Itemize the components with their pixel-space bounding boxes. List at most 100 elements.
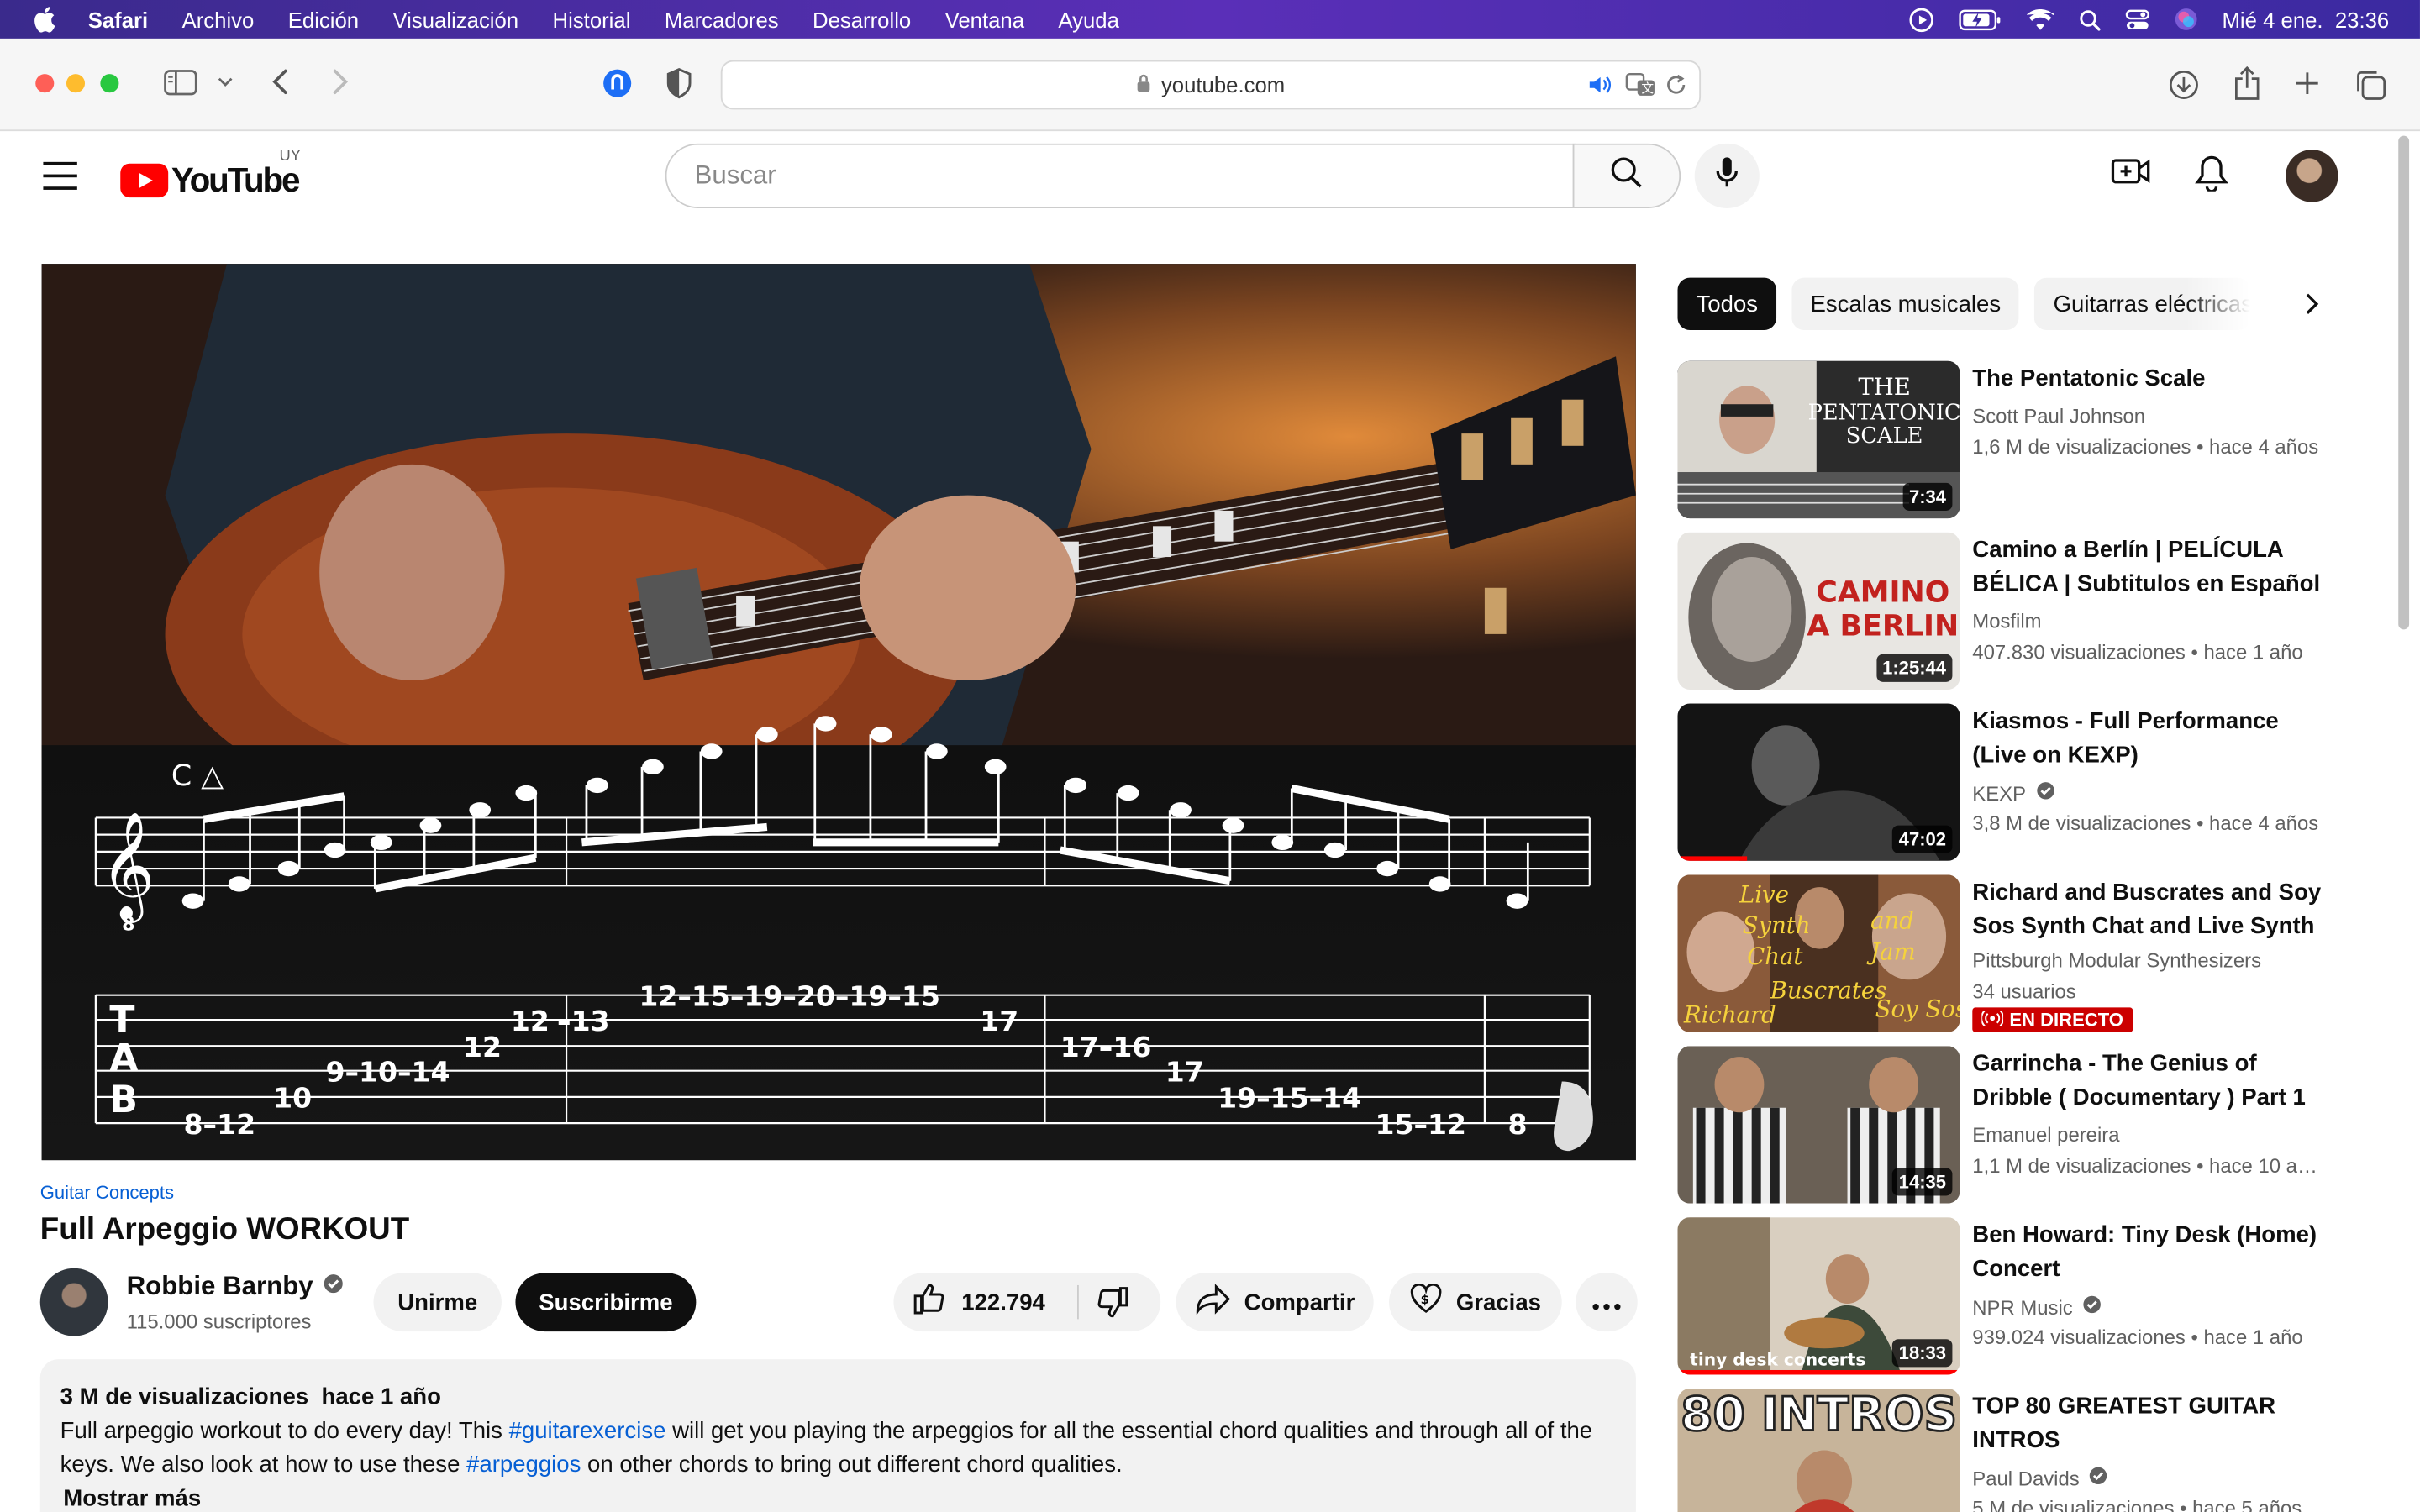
recommendation-channel[interactable]: Pittsburgh Modular Synthesizers [1972,949,2261,973]
recommendation-item[interactable]: THE PENTATONIC SCALE 7:34 The Pentatonic… [1677,360,2356,519]
recommendation-title[interactable]: TOP 80 GREATEST GUITAR INTROS [1972,1390,2327,1458]
recommendation-meta: 1,1 M de visualizaciones • hace 10 años [1972,1153,2328,1178]
channel-name-link[interactable]: Robbie Barnby [127,1271,345,1302]
play-circle-icon[interactable] [1909,7,1933,32]
address-bar[interactable]: youtube.com 文 [720,60,1702,110]
battery-icon[interactable] [1958,8,2001,30]
page-scrollbar[interactable] [2398,135,2410,630]
safari-toolbar: youtube.com 文 [0,38,2420,132]
recommendation-title[interactable]: Kiasmos - Full Performance (Live on KEXP… [1972,705,2327,773]
privacy-extension-icon[interactable] [602,68,633,99]
subscribe-button[interactable]: Suscribirme [515,1273,697,1332]
recommendation-item[interactable]: Live Synth Chat and Jam Buscrates Richar… [1677,874,2356,1032]
dislike-button[interactable] [1096,1285,1129,1326]
verified-icon [323,1271,345,1302]
video-description[interactable]: 3 M de visualizaciones hace 1 año Full a… [39,1359,1636,1512]
new-tab-icon[interactable] [2295,71,2319,95]
recommendation-channel[interactable]: Scott Paul Johnson [1972,404,2145,428]
video-thumbnail[interactable]: CAMINO A BERLIN 1:25:44 [1677,532,1960,690]
like-button[interactable]: 122.794 [912,1282,1045,1322]
share-icon[interactable] [2233,66,2261,100]
share-arrow-icon [1195,1284,1232,1320]
menu-edicion[interactable]: Edición [288,7,359,31]
thanks-button[interactable]: $ Gracias [1389,1273,1562,1332]
video-thumbnail[interactable]: 14:35 [1677,1046,1960,1204]
chip-musical-scales[interactable]: Escalas musicales [1791,277,2020,331]
wifi-icon[interactable] [2026,8,2054,30]
voice-search-button[interactable] [1694,143,1760,208]
recommendation-title[interactable]: Richard and Buscrates and Soy Sos Synth … [1972,876,2327,944]
menu-icon[interactable] [43,161,77,190]
video-thumbnail[interactable]: Live Synth Chat and Jam Buscrates Richar… [1677,874,1960,1032]
menu-historial[interactable]: Historial [553,7,631,31]
chevron-down-icon[interactable] [218,76,233,88]
control-center-icon[interactable] [2125,8,2149,30]
tab-number: 10 [273,1082,312,1115]
menu-app-safari[interactable]: Safari [88,7,148,31]
recommendation-channel[interactable]: KEXP [1972,780,2055,805]
hashtag-guitarexercise-link[interactable]: #guitarexercise [509,1418,666,1444]
channel-avatar[interactable] [39,1268,108,1336]
show-more-button[interactable]: Mostrar más [63,1483,1616,1512]
video-player[interactable]: 𝄞 8 C △ T A B 8–12 10 9–10–14 12 12 –13 … [41,264,1636,1161]
apple-icon[interactable] [33,7,57,33]
video-thumbnail[interactable]: THE PENTATONIC SCALE 7:34 [1677,360,1960,519]
recommendation-item[interactable]: 14:35 Garrincha - The Genius of Dribble … [1677,1046,2356,1204]
video-channel-tag-link[interactable]: Guitar Concepts [40,1182,174,1204]
tab-overview-icon[interactable] [2355,70,2386,101]
speaker-icon[interactable] [1588,74,1612,96]
live-broadcast-icon [1981,1009,2005,1031]
menu-archivo[interactable]: Archivo [182,7,255,31]
thumbs-down-icon [1096,1287,1129,1326]
siri-icon[interactable] [2175,8,2198,31]
recommendation-title[interactable]: Garrincha - The Genius of Dribble ( Docu… [1972,1047,2327,1116]
join-button[interactable]: Unirme [373,1273,502,1332]
menu-ayuda[interactable]: Ayuda [1058,7,1118,31]
minimize-window-button[interactable] [66,74,86,93]
recommendation-meta: 939.024 visualizaciones • hace 1 año [1972,1325,2303,1349]
video-thumbnail[interactable]: 47:02 [1677,703,1960,861]
zoom-window-button[interactable] [100,74,119,93]
downloads-icon[interactable] [2169,70,2200,101]
youtube-logo[interactable]: YouTube UY [120,148,301,201]
search-input[interactable]: Buscar [665,143,1576,208]
menu-ventana[interactable]: Ventana [945,7,1024,31]
reload-icon[interactable] [1665,74,1687,96]
chip-electric-guitars[interactable]: Guitarras eléctricas [2034,277,2251,331]
menu-marcadores[interactable]: Marcadores [665,7,779,31]
recommendation-item[interactable]: CAMINO A BERLIN 1:25:44 Camino a Berlín … [1677,532,2356,690]
recommendation-title[interactable]: Camino a Berlín | PELÍCULA BÉLICA | Subt… [1972,533,2327,601]
share-button[interactable]: Compartir [1176,1273,1374,1332]
translate-icon[interactable]: 文 [1625,72,1656,97]
filter-chips: Todos Escalas musicales Guitarras eléctr… [1677,277,2251,331]
recommendation-channel[interactable]: NPR Music [1972,1294,2102,1319]
more-actions-button[interactable] [1576,1273,1638,1332]
close-window-button[interactable] [35,74,55,93]
search-button[interactable] [1572,143,1681,208]
sidebar-toggle-icon[interactable] [164,70,197,96]
video-thumbnail[interactable]: tiny desk concerts 18:33 [1677,1217,1960,1375]
notifications-bell-icon[interactable] [2195,155,2228,192]
create-video-icon[interactable] [2111,155,2152,188]
video-thumbnail[interactable]: 80 INTROS [1677,1389,1960,1512]
spotlight-search-icon[interactable] [2079,8,2101,30]
recommendation-item[interactable]: 80 INTROS TOP 80 GREATEST GUITAR INTROS … [1677,1389,2356,1512]
back-button-icon[interactable] [270,68,288,96]
menu-desarrollo[interactable]: Desarrollo [813,7,911,31]
recommendation-item[interactable]: 47:02 Kiasmos - Full Performance (Live o… [1677,703,2356,861]
chevron-right-icon[interactable] [2296,288,2328,327]
menu-visualizacion[interactable]: Visualización [392,7,518,31]
recommendation-channel[interactable]: Paul Davids [1972,1466,2108,1490]
hashtag-arpeggios-link[interactable]: #arpeggios [466,1452,581,1478]
recommendation-title[interactable]: The Pentatonic Scale [1972,363,2327,396]
chip-all[interactable]: Todos [1677,277,1777,331]
recommendation-channel[interactable]: Emanuel pereira [1972,1123,2119,1147]
forward-button-icon[interactable] [332,68,350,96]
recommendation-item[interactable]: tiny desk concerts 18:33 Ben Howard: Tin… [1677,1217,2356,1375]
shield-icon[interactable] [666,68,693,99]
menubar-clock[interactable]: Mié 4 ene. 23:36 [2223,7,2390,31]
account-avatar[interactable] [2286,150,2338,202]
recommendation-channel[interactable]: Mosfilm [1972,609,2041,633]
like-divider [1077,1284,1079,1320]
recommendation-title[interactable]: Ben Howard: Tiny Desk (Home) Concert [1972,1219,2327,1287]
